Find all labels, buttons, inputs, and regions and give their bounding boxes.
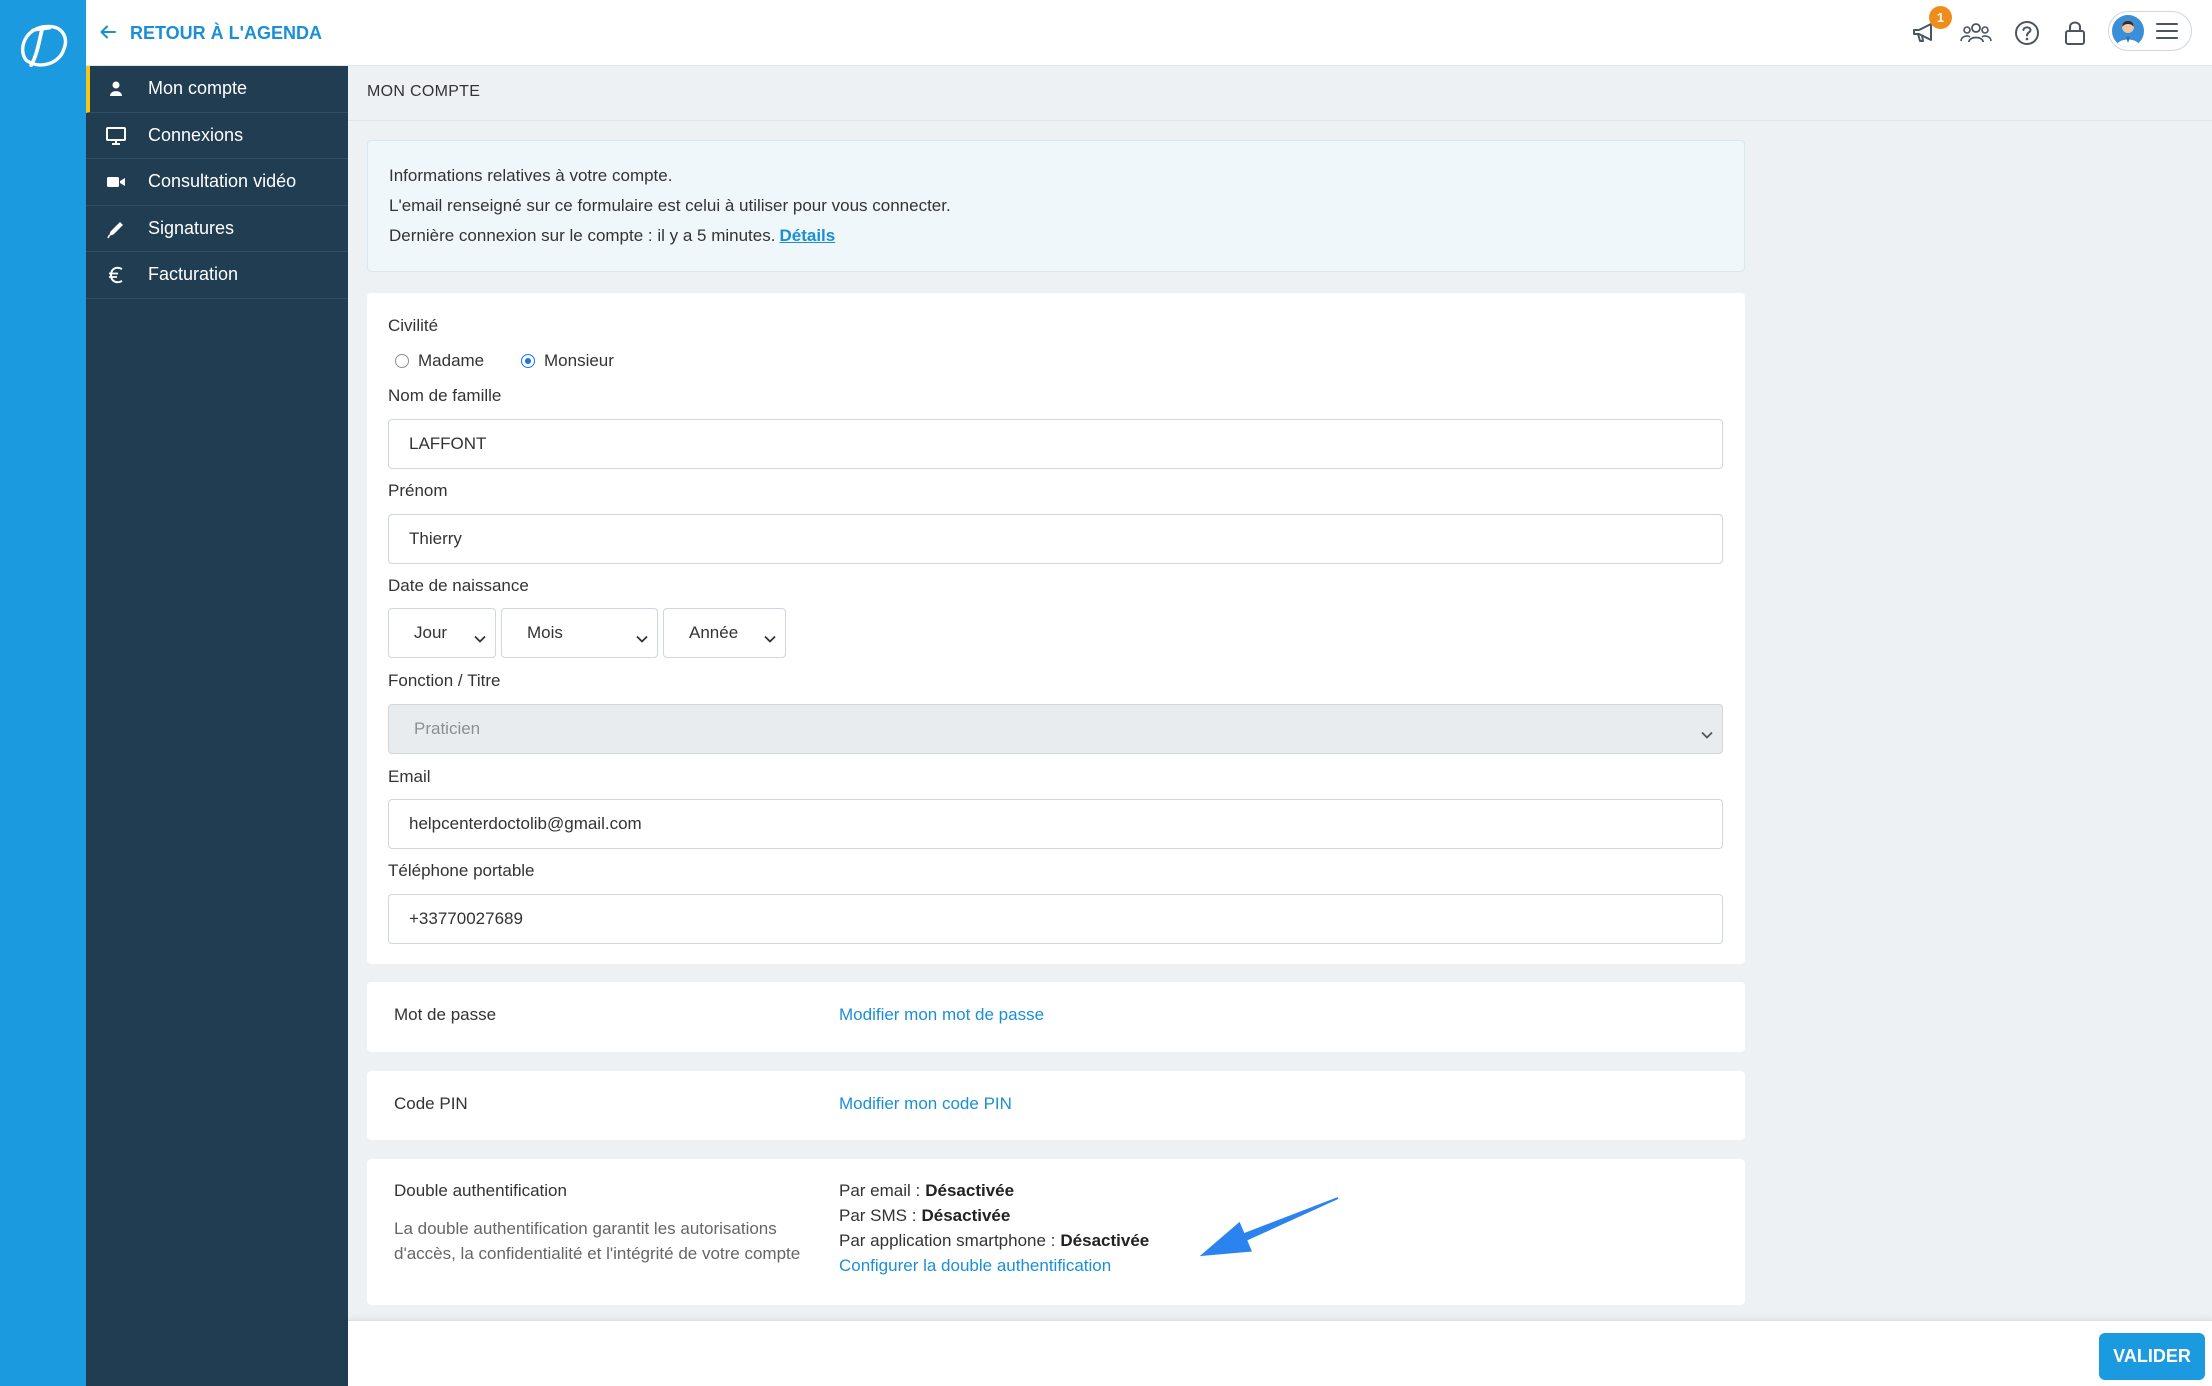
password-label: Mot de passe (394, 1005, 497, 1024)
status-value: Désactivée (1060, 1231, 1150, 1250)
main-content: MON COMPTE Informations relatives à votr… (348, 66, 2212, 1320)
status-value: Désactivée (925, 1181, 1015, 1200)
two-factor-card: Double authentification La double authen… (367, 1159, 1745, 1305)
users-icon[interactable] (1959, 16, 1993, 50)
sidebar-item-mon-compte[interactable]: Mon compte (86, 66, 348, 113)
two-factor-description: d'accès, la confidentialité et l'intégri… (394, 1244, 801, 1263)
sidebar-item-label: Connexions (148, 124, 244, 145)
sidebar-item-label: Consultation vidéo (148, 171, 297, 192)
birth-year-select[interactable]: Année (663, 608, 786, 658)
radio-button[interactable] (521, 354, 535, 368)
email-field[interactable] (388, 799, 1723, 849)
help-icon[interactable] (2010, 16, 2044, 50)
avatar (2112, 15, 2144, 47)
last-login-text: Dernière connexion sur le compte : il y … (389, 226, 776, 245)
user-menu[interactable] (2108, 11, 2192, 51)
arrow-left-icon (100, 23, 130, 44)
password-row: Mot de passe Modifier mon mot de passe (367, 982, 1745, 1052)
account-form-card: Civilité Madame Monsieur Nom de famille … (367, 293, 1745, 964)
account-info-card: Informations relatives à votre compte. L… (367, 140, 1745, 272)
euro-icon (106, 265, 126, 285)
select-value: Année (689, 623, 739, 642)
birth-month-select[interactable]: Mois (501, 608, 658, 658)
last-name-label: Nom de famille (388, 386, 502, 405)
select-value: Jour (414, 623, 448, 642)
two-factor-label: Double authentification (394, 1181, 567, 1200)
sidebar-item-facturation[interactable]: Facturation (86, 252, 348, 299)
first-name-label: Prénom (388, 481, 448, 500)
select-value: Praticien (414, 719, 481, 738)
radio-button[interactable] (395, 354, 409, 368)
lock-icon[interactable] (2058, 16, 2092, 50)
sidebar-item-label: Facturation (148, 264, 239, 285)
details-link[interactable]: Détails (779, 226, 835, 245)
top-bar: RETOUR À L'AGENDA 1 (86, 0, 2212, 66)
video-camera-icon (106, 172, 126, 192)
back-link-label: RETOUR À L'AGENDA (130, 22, 322, 43)
chevron-down-icon (764, 628, 776, 648)
radio-label: Monsieur (544, 351, 614, 370)
pin-row: Code PIN Modifier mon code PIN (367, 1071, 1745, 1140)
last-name-input[interactable] (388, 419, 1723, 469)
birth-day-select[interactable]: Jour (388, 608, 496, 658)
sidebar-item-signatures[interactable]: Signatures (86, 206, 348, 252)
pin-label: Code PIN (394, 1094, 468, 1113)
back-to-agenda-link[interactable]: RETOUR À L'AGENDA (100, 0, 322, 66)
sidebar-item-connexions[interactable]: Connexions (86, 113, 348, 159)
civility-label: Civilité (388, 316, 439, 335)
function-select: Praticien (388, 704, 1723, 754)
mobile-phone-field[interactable] (388, 894, 1723, 944)
two-factor-description: La double authentification garantit les … (394, 1219, 777, 1238)
divider (348, 120, 2212, 121)
page-title: MON COMPTE (367, 83, 481, 100)
notification-badge: 1 (1929, 6, 1952, 29)
hamburger-icon (2155, 22, 2179, 45)
sidebar-item-consultation-video[interactable]: Consultation vidéo (86, 159, 348, 206)
pen-icon (106, 219, 126, 239)
two-factor-app-status: Par application smartphone : Désactivée (839, 1230, 1149, 1252)
radio-madame[interactable]: Madame (395, 350, 484, 372)
annotation-arrow (1188, 1190, 1348, 1270)
change-password-link[interactable]: Modifier mon mot de passe (839, 1004, 1044, 1026)
sidebar-item-label: Signatures (148, 217, 235, 238)
monitor-icon (106, 126, 126, 146)
change-pin-link[interactable]: Modifier mon code PIN (839, 1093, 1012, 1115)
last-login-line: Dernière connexion sur le compte : il y … (389, 221, 1744, 251)
user-icon (106, 79, 126, 99)
sidebar-item-label: Mon compte (148, 78, 248, 99)
two-factor-sms-status: Par SMS : Désactivée (839, 1205, 1010, 1227)
radio-label: Madame (418, 351, 485, 370)
function-label: Fonction / Titre (388, 671, 501, 690)
first-name-input[interactable] (388, 514, 1723, 564)
footer-bar: VALIDER (348, 1320, 2212, 1386)
method-label: Par application smartphone : (839, 1231, 1056, 1250)
info-text: L'email renseigné sur ce formulaire est … (389, 196, 951, 215)
two-factor-email-status: Par email : Désactivée (839, 1180, 1014, 1202)
doctolib-logo[interactable] (11, 14, 73, 76)
submit-button[interactable]: VALIDER (2099, 1333, 2205, 1380)
logo-rail (0, 0, 86, 1386)
method-label: Par SMS : (839, 1206, 917, 1225)
chevron-down-icon (1701, 724, 1713, 744)
sidebar: Mon compte Connexions Consultation vidéo… (86, 66, 348, 1386)
status-value: Désactivée (921, 1206, 1011, 1225)
mobile-phone-label: Téléphone portable (388, 861, 535, 880)
configure-two-factor-link[interactable]: Configurer la double authentification (839, 1255, 1111, 1277)
chevron-down-icon (636, 628, 648, 648)
birth-date-label: Date de naissance (388, 576, 529, 595)
email-label: Email (388, 767, 431, 786)
chevron-down-icon (474, 628, 486, 648)
select-value: Mois (527, 623, 563, 642)
info-text: Informations relatives à votre compte. (389, 166, 673, 185)
method-label: Par email : (839, 1181, 921, 1200)
radio-monsieur[interactable]: Monsieur (521, 350, 614, 372)
